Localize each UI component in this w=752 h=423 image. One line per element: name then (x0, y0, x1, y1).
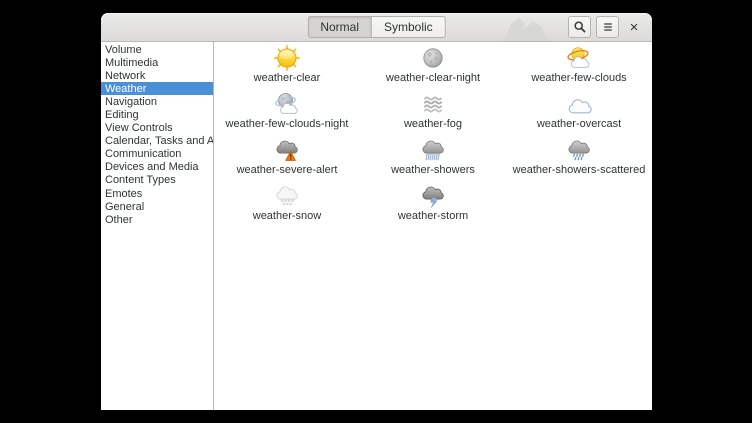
icon-grid-item-weather-storm[interactable]: weather-storm (360, 183, 506, 229)
sidebar-item-network[interactable]: Network (101, 69, 213, 82)
sidebar-item-general[interactable]: General (101, 200, 213, 213)
icon-label: weather-fog (403, 118, 463, 130)
sidebar-item-calendar-tasks-alarms[interactable]: Calendar, Tasks and Alarms (101, 135, 213, 148)
search-button[interactable] (568, 16, 591, 38)
icon-grid-item-weather-showers[interactable]: weather-showers (360, 137, 506, 183)
sidebar-item-navigation[interactable]: Navigation (101, 95, 213, 108)
sidebar-item-multimedia[interactable]: Multimedia (101, 56, 213, 69)
window-content: Volume Multimedia Network Weather Naviga… (101, 42, 652, 410)
sidebar-item-weather[interactable]: Weather (101, 82, 213, 96)
category-sidebar: Volume Multimedia Network Weather Naviga… (101, 42, 214, 410)
icon-grid-item-weather-overcast[interactable]: weather-overcast (506, 91, 652, 137)
sidebar-item-emotes[interactable]: Emotes (101, 187, 213, 200)
sidebar-item-communication[interactable]: Communication (101, 148, 213, 161)
sidebar-item-content-types[interactable]: Content Types (101, 174, 213, 187)
icon-grid-item-weather-few-clouds[interactable]: weather-few-clouds (506, 45, 652, 91)
icon-grid-item-weather-severe-alert[interactable]: weather-severe-alert (214, 137, 360, 183)
icon-label: weather-showers (391, 164, 475, 176)
icon-grid-item-weather-few-clouds-night[interactable]: weather-few-clouds-night (214, 91, 360, 137)
sidebar-item-editing[interactable]: Editing (101, 108, 213, 121)
gnome-watermark-icon (498, 18, 554, 41)
icon-label: weather-overcast (536, 118, 622, 130)
weather-showers-icon (422, 140, 444, 161)
weather-clear-night-icon (423, 48, 443, 68)
icon-label: weather-snow (252, 210, 322, 222)
icon-grid-item-weather-showers-scattered[interactable]: weather-showers-scattered (506, 137, 652, 183)
icon-grid-item-weather-fog[interactable]: weather-fog (360, 91, 506, 137)
sidebar-item-view-controls[interactable]: View Controls (101, 122, 213, 135)
headerbar: Normal Symbolic × (101, 13, 652, 42)
icon-label: weather-few-clouds (531, 72, 627, 84)
search-icon (573, 21, 585, 33)
weather-severe-alert-icon (276, 140, 298, 161)
icon-grid-item-weather-clear[interactable]: weather-clear (214, 45, 360, 91)
icon-grid-item-weather-snow[interactable]: weather-snow (214, 183, 360, 229)
sidebar-item-volume[interactable]: Volume (101, 43, 213, 56)
icon-grid: weather-clear weather-clear-night weathe… (214, 42, 652, 410)
weather-overcast-icon (568, 99, 592, 114)
icon-label: weather-severe-alert (236, 164, 338, 176)
icon-label: weather-showers-scattered (512, 164, 646, 176)
weather-few-clouds-icon (567, 47, 590, 68)
weather-storm-icon (422, 186, 444, 208)
weather-few-clouds-night-icon (275, 93, 298, 114)
hamburger-menu-icon (603, 23, 612, 31)
weather-fog-icon (424, 96, 442, 113)
icon-label: weather-clear-night (385, 72, 481, 84)
symbolic-view-button[interactable]: Symbolic (371, 16, 446, 38)
icon-label: weather-clear (253, 72, 321, 84)
weather-clear-icon (274, 45, 300, 71)
sidebar-item-other[interactable]: Other (101, 213, 213, 226)
menu-button[interactable] (596, 16, 619, 38)
view-mode-toggle: Normal Symbolic (307, 16, 446, 38)
close-button[interactable]: × (624, 16, 644, 38)
icon-grid-item-weather-clear-night[interactable]: weather-clear-night (360, 45, 506, 91)
icon-label: weather-storm (397, 210, 469, 222)
normal-view-button[interactable]: Normal (307, 16, 372, 38)
headerbar-controls: × (568, 16, 644, 38)
weather-showers-scattered-icon (568, 140, 590, 161)
sidebar-item-devices-and-media[interactable]: Devices and Media (101, 161, 213, 174)
icon-browser-window: Normal Symbolic × Volume Multimedia Netw… (101, 13, 652, 410)
weather-snow-icon (276, 186, 298, 206)
icon-label: weather-few-clouds-night (225, 118, 349, 130)
close-icon: × (629, 18, 639, 36)
